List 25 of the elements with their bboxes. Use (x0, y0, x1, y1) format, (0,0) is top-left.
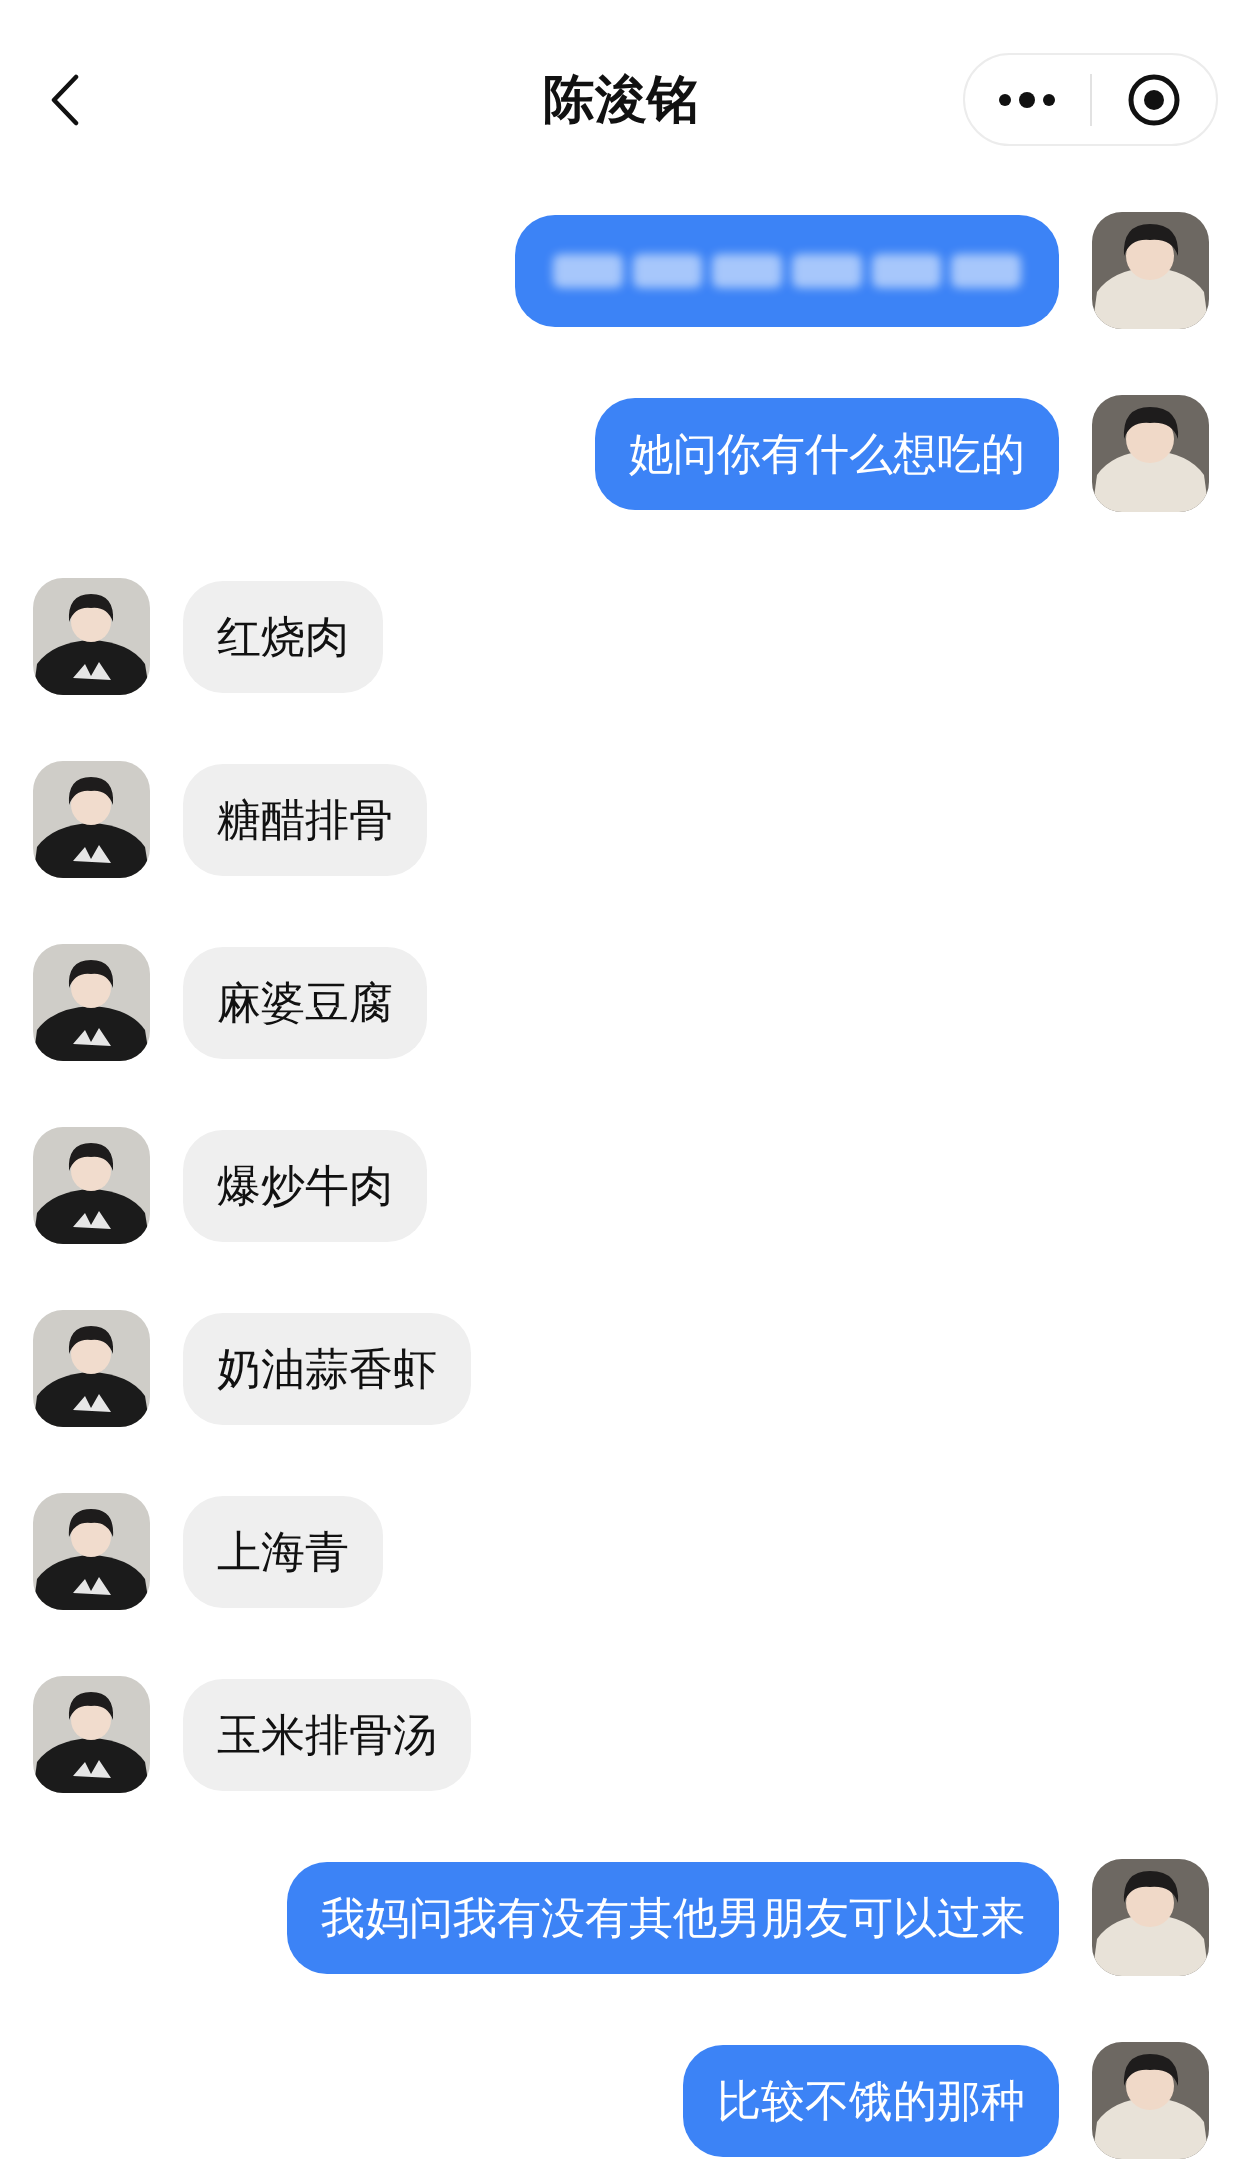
message-bubble: 我妈问我有没有其他男朋友可以过来 (287, 1861, 1059, 1974)
avatar[interactable] (33, 1493, 150, 1610)
avatar[interactable] (1092, 212, 1209, 329)
avatar[interactable] (1092, 395, 1209, 512)
back-icon[interactable] (50, 74, 80, 126)
avatar[interactable] (33, 578, 150, 695)
message-bubble: 比较不饿的那种 (683, 2044, 1059, 2157)
chat-title: 陈浚铭 (543, 68, 699, 131)
message-bubble: 红烧肉 (183, 580, 383, 693)
avatar[interactable] (33, 761, 150, 878)
avatar[interactable] (33, 944, 150, 1061)
avatar[interactable] (33, 1127, 150, 1244)
message-bubble: 糖醋排骨 (183, 763, 427, 876)
message-bubble: 爆炒牛肉 (183, 1129, 427, 1242)
avatar[interactable] (33, 1310, 150, 1427)
close-icon[interactable] (1126, 72, 1181, 127)
more-icon[interactable] (998, 91, 1057, 108)
avatar[interactable] (33, 1676, 150, 1793)
message-bubble: 麻婆豆腐 (183, 946, 427, 1059)
message-bubble: 她问你有什么想吃的 (595, 397, 1059, 510)
avatar[interactable] (1092, 2042, 1209, 2159)
message-bubble: 奶油蒜香虾 (183, 1312, 471, 1425)
message-bubble: 上海青 (183, 1495, 383, 1608)
avatar[interactable] (1092, 1859, 1209, 1976)
message-bubble: 玉米排骨汤 (183, 1678, 471, 1791)
